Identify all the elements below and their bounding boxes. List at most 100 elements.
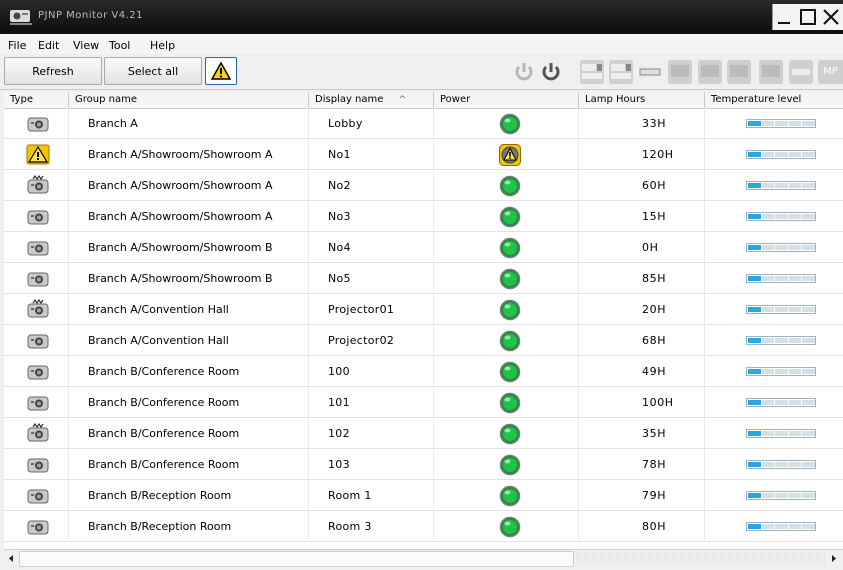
input-select-7-button[interactable]	[759, 60, 783, 84]
power-cell	[434, 170, 579, 201]
group-name-cell: Branch B/Conference Room	[69, 387, 309, 418]
lamp-hours-cell: 49H	[579, 356, 705, 387]
power-on-button[interactable]	[539, 60, 563, 84]
table-row[interactable]: Branch B/Reception Room Room 3 80H	[4, 511, 843, 542]
table-row[interactable]: Branch A Lobby 33H	[4, 108, 843, 139]
temperature-segment	[788, 276, 802, 281]
warning-icon	[26, 144, 50, 165]
temperature-cell	[705, 232, 843, 263]
temperature-cell	[705, 387, 843, 418]
col-temperature-level[interactable]: Temperature level	[705, 92, 843, 108]
temperature-cell	[705, 418, 843, 449]
table-row[interactable]: Branch A/Showroom/Showroom A No2 60H	[4, 170, 843, 201]
projector-lan-icon	[27, 175, 49, 194]
temperature-segment	[761, 245, 775, 250]
table-row[interactable]: Branch A/Convention Hall Projector02 68H	[4, 325, 843, 356]
col-power[interactable]: Power	[434, 92, 579, 108]
refresh-button[interactable]: Refresh	[4, 57, 102, 85]
input-select-3-button[interactable]	[638, 60, 662, 84]
horizontal-scrollbar[interactable]	[4, 549, 843, 567]
projector-table: Type Group name Display name ^ Power Lam…	[4, 92, 843, 549]
col-display-name[interactable]: Display name ^	[309, 92, 434, 108]
menu-help[interactable]: Help	[150, 39, 175, 52]
temperature-segment	[748, 338, 761, 343]
temperature-segment	[788, 214, 802, 219]
scroll-left-icon[interactable]	[4, 551, 19, 566]
temperature-segment	[775, 338, 788, 343]
app-logo-icon	[10, 10, 32, 25]
temperature-level-bar	[746, 181, 816, 190]
temperature-level-bar	[746, 305, 816, 314]
mp-input-button[interactable]: MP	[818, 60, 843, 84]
display-name-cell: No4	[309, 232, 434, 263]
scroll-thumb[interactable]	[19, 551, 574, 567]
scroll-right-icon[interactable]	[826, 551, 841, 566]
input-select-3-icon	[639, 68, 661, 76]
input-select-2-button[interactable]	[609, 60, 633, 84]
type-cell	[4, 511, 69, 542]
lamp-hours-cell: 80H	[579, 511, 705, 542]
menu-tool[interactable]: Tool	[109, 39, 130, 52]
display-name-cell: 103	[309, 449, 434, 480]
display-name-cell: Projector02	[309, 325, 434, 356]
temperature-level-bar	[746, 119, 816, 128]
type-cell	[4, 170, 69, 201]
temperature-segment	[761, 493, 775, 498]
maximize-icon[interactable]	[798, 7, 818, 27]
menu-file[interactable]: File	[8, 39, 26, 52]
table-row[interactable]: Branch B/Conference Room 103 78H	[4, 449, 843, 480]
table-row[interactable]: Branch A/Convention Hall Projector01 20H	[4, 294, 843, 325]
temperature-level-bar	[746, 274, 816, 283]
power-on-status-icon	[499, 516, 521, 538]
table-row[interactable]: Branch B/Conference Room 102 35H	[4, 418, 843, 449]
table-row[interactable]: Branch A/Showroom/Showroom B No4 0H	[4, 232, 843, 263]
lamp-hours-cell: 78H	[579, 449, 705, 480]
input-select-1-button[interactable]	[580, 60, 604, 84]
col-lamp-hours[interactable]: Lamp Hours	[579, 92, 705, 108]
type-cell	[4, 449, 69, 480]
scroll-track[interactable]	[576, 552, 826, 565]
table-row[interactable]: Branch A/Showroom/Showroom B No5 85H	[4, 263, 843, 294]
temperature-segment	[788, 400, 802, 405]
select-all-button[interactable]: Select all	[104, 57, 202, 85]
table-row[interactable]: Branch A/Showroom/Showroom A No1 120H	[4, 139, 843, 170]
temperature-segment	[748, 121, 761, 126]
power-off-button[interactable]	[512, 60, 536, 84]
projector-icon	[27, 210, 49, 225]
minimize-icon[interactable]	[775, 7, 795, 27]
temperature-segment	[775, 431, 788, 436]
group-name-cell: Branch A/Convention Hall	[69, 325, 309, 356]
temperature-segment	[761, 400, 775, 405]
close-icon[interactable]	[821, 7, 841, 27]
table-row[interactable]: Branch B/Conference Room 100 49H	[4, 356, 843, 387]
warning-filter-button[interactable]	[205, 57, 237, 85]
projector-icon	[27, 241, 49, 256]
group-name-cell: Branch A/Showroom/Showroom A	[69, 201, 309, 232]
col-group-name[interactable]: Group name	[69, 92, 309, 108]
type-cell	[4, 232, 69, 263]
temperature-segment	[748, 462, 761, 467]
input-select-6-button[interactable]	[727, 60, 751, 84]
input-select-5-button[interactable]	[698, 60, 722, 84]
menu-view[interactable]: View	[73, 39, 99, 52]
table-row[interactable]: Branch B/Reception Room Room 1 79H	[4, 480, 843, 511]
group-name-cell: Branch A/Showroom/Showroom A	[69, 139, 309, 170]
temperature-level-bar	[746, 367, 816, 376]
menu-edit[interactable]: Edit	[38, 39, 59, 52]
type-cell	[4, 387, 69, 418]
temperature-level-bar	[746, 243, 816, 252]
temperature-segment	[775, 245, 788, 250]
temperature-cell	[705, 108, 843, 139]
power-cell	[434, 232, 579, 263]
input-select-4-button[interactable]	[668, 60, 692, 84]
temperature-segment	[761, 369, 775, 374]
hdmi-input-button[interactable]	[789, 60, 813, 84]
col-type[interactable]: Type	[4, 92, 69, 108]
table-row[interactable]: Branch A/Showroom/Showroom A No3 15H	[4, 201, 843, 232]
type-cell	[4, 139, 69, 170]
power-on-status-icon	[499, 485, 521, 507]
input-select-4-icon	[671, 65, 689, 77]
projector-lan-icon	[27, 299, 49, 318]
temperature-segment	[775, 214, 788, 219]
table-row[interactable]: Branch B/Conference Room 101 100H	[4, 387, 843, 418]
